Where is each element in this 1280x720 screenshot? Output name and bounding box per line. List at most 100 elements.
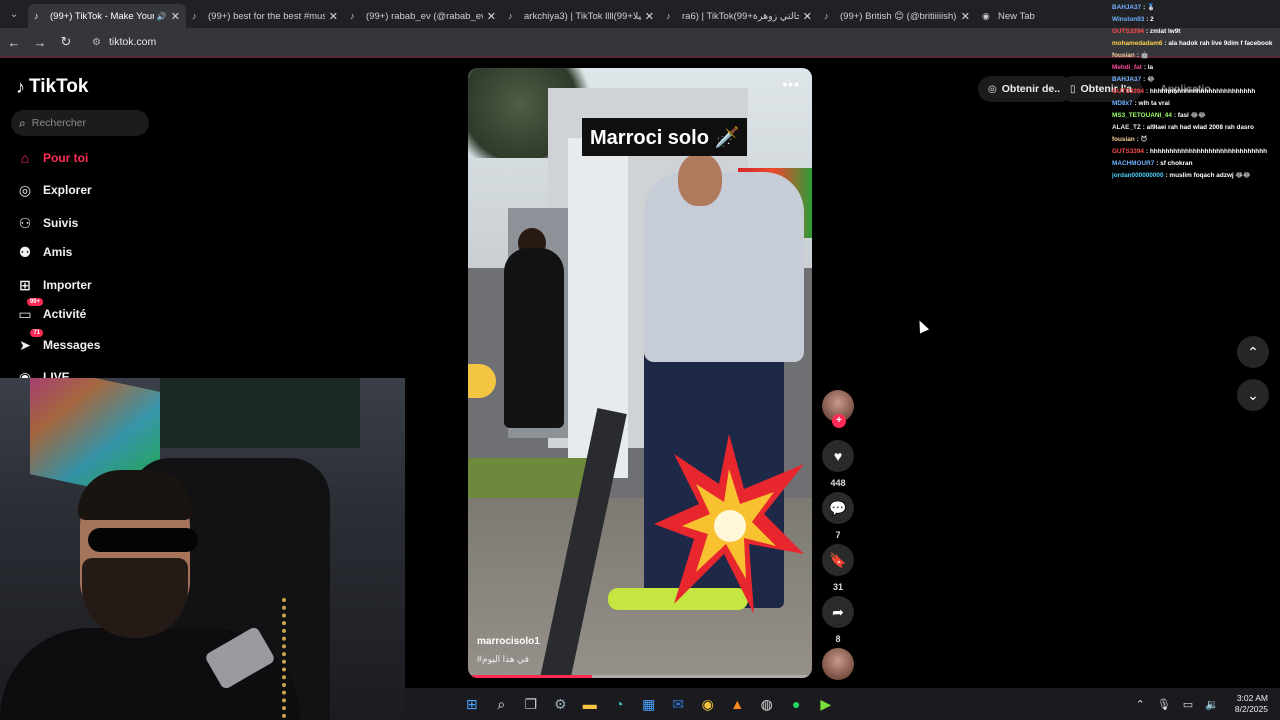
browser-tab-5[interactable]: ♪ (99+) British 😊 (@britiiiiish) | Ti ✕ bbox=[818, 4, 976, 28]
chat-username: MS3_TETOUANI_44 bbox=[1112, 112, 1172, 119]
task-view-icon[interactable]: ❐ bbox=[516, 688, 546, 720]
close-tab-icon[interactable]: ✕ bbox=[171, 10, 180, 23]
stream-chat-overlay: BAHJA37: 🥈 Winston93: 2 GUTS3394: zmlat lw… bbox=[1112, 2, 1280, 182]
browser-tab-0[interactable]: ♪ (99+) TikTok - Make Your D 🔊 ✕ bbox=[28, 4, 186, 28]
share-button[interactable]: ➦ 8 bbox=[822, 596, 854, 644]
store-icon[interactable]: ▦ bbox=[634, 688, 664, 720]
sunglasses bbox=[88, 528, 198, 552]
edge-icon[interactable]: ◔ bbox=[605, 688, 635, 720]
chat-message: ALAE_TZ: al9laei rah had wlad 2008 rah d… bbox=[1112, 122, 1280, 134]
chat-message: GUTS3394: hhhhhhhhhhhhhhhhhhhhhhhhhhhhhh bbox=[1112, 146, 1280, 158]
sidebar-item-importer[interactable]: ⊞ Importer bbox=[16, 276, 92, 294]
sidebar-item-messages[interactable]: ➤ 71 Messages bbox=[16, 329, 100, 354]
comment-icon[interactable]: 💬 bbox=[822, 492, 854, 524]
sound-avatar-button[interactable] bbox=[822, 648, 854, 680]
save-button[interactable]: 🔖 31 bbox=[822, 544, 854, 592]
button-label: Obtenir de... bbox=[1001, 83, 1063, 95]
chevron-up-icon: ⌃ bbox=[1247, 343, 1259, 360]
reload-icon[interactable]: ↻ bbox=[54, 34, 78, 50]
video-progress-bar[interactable] bbox=[468, 675, 812, 678]
like-button[interactable]: ♥ 448 bbox=[822, 440, 854, 488]
microphone-icon[interactable]: 🎙 bbox=[1157, 698, 1171, 711]
previous-video-button[interactable]: ⌃ bbox=[1237, 336, 1269, 368]
browser-tab-1[interactable]: ♪ (99+) best for the best #muslim ✕ bbox=[186, 4, 344, 28]
chat-text: : fasl 😂😂 bbox=[1173, 112, 1206, 119]
spotify-icon[interactable]: ● bbox=[782, 688, 812, 720]
logo-text: TikTok bbox=[29, 76, 89, 97]
chat-username: Winston93 bbox=[1112, 16, 1145, 23]
speaker-icon[interactable]: 🔊 bbox=[157, 12, 167, 21]
browser-tab-4[interactable]: ♪ ra6) | TikTok(خالتي زوهرة+99) ✕ bbox=[660, 4, 818, 28]
chevron-down-icon: ⌄ bbox=[1247, 386, 1259, 403]
tab-search-button[interactable]: ⌄ bbox=[0, 0, 28, 28]
heart-icon[interactable]: ♥ bbox=[822, 440, 854, 472]
chrome-icon[interactable]: ◉ bbox=[693, 688, 723, 720]
chat-text: : muslim foqach adzwj 😂😂 bbox=[1165, 172, 1251, 179]
creator-avatar-button[interactable]: + bbox=[822, 390, 854, 428]
media-icon[interactable]: ▶ bbox=[811, 688, 841, 720]
sidebar-item-label: Activité bbox=[43, 307, 87, 321]
chat-text: : al9laei rah had wlad 2008 rah dasro bbox=[1142, 124, 1254, 131]
settings-icon[interactable]: ⚙ bbox=[546, 688, 576, 720]
sidebar-item-pour-toi[interactable]: ⌂ Pour toi bbox=[16, 149, 89, 167]
notification-badge: 71 bbox=[30, 329, 43, 337]
chat-message: MS3_TETOUANI_44: fasl 😂😂 bbox=[1112, 110, 1280, 122]
close-tab-icon[interactable]: ✕ bbox=[329, 10, 338, 23]
vlc-icon[interactable]: ▲ bbox=[723, 688, 753, 720]
url-field[interactable]: ⚙ tiktok.com bbox=[92, 36, 156, 48]
clock[interactable]: 3:02 AM 8/2/2025 bbox=[1235, 693, 1268, 715]
search-input[interactable]: ⌕ Rechercher bbox=[11, 110, 149, 136]
chat-text: : ala hadok rah live 9dim f facebook bbox=[1164, 40, 1273, 47]
close-tab-icon[interactable]: ✕ bbox=[803, 10, 812, 23]
site-info-icon[interactable]: ⚙ bbox=[92, 37, 101, 48]
bookmark-icon[interactable]: 🔖 bbox=[822, 544, 854, 576]
chevron-up-icon[interactable]: ⌃ bbox=[1136, 698, 1145, 711]
tab-title: (99+) TikTok - Make Your D bbox=[50, 10, 154, 22]
video-author[interactable]: marrocisolo1 bbox=[477, 636, 540, 647]
chat-text: : hhhhhhhhhhhhhhhhhhhhhhhhhhh bbox=[1145, 88, 1256, 95]
shushing-emoji-icon bbox=[468, 364, 496, 398]
outlook-icon[interactable]: ✉ bbox=[664, 688, 694, 720]
next-video-button[interactable]: ⌄ bbox=[1237, 379, 1269, 411]
browser-tab-3[interactable]: ♪ arkchiya3) | TikTok llll(ستيلا+99) ✕ bbox=[502, 4, 660, 28]
close-tab-icon[interactable]: ✕ bbox=[487, 10, 496, 23]
streamer-hair bbox=[78, 470, 192, 520]
chat-message: GUTS3394: zmlat lw9t bbox=[1112, 26, 1280, 38]
windows-start-icon[interactable]: ⊞ bbox=[457, 688, 487, 720]
url-text: tiktok.com bbox=[108, 36, 157, 48]
sidebar-item-amis[interactable]: ⚉ Amis bbox=[16, 243, 73, 261]
search-icon[interactable]: ⌕ bbox=[487, 688, 517, 720]
display-icon[interactable]: ▭ bbox=[1183, 698, 1193, 711]
close-tab-icon[interactable]: ✕ bbox=[961, 10, 970, 23]
prayer-beads bbox=[282, 598, 292, 718]
forward-arrow-icon[interactable]: → bbox=[28, 35, 52, 50]
back-arrow-icon[interactable]: ← bbox=[2, 35, 26, 50]
background-panel bbox=[160, 378, 360, 448]
browser-tab-6[interactable]: ◉ New Tab bbox=[976, 4, 1106, 28]
sidebar-item-activite[interactable]: ▭ 99+ Activité bbox=[16, 298, 87, 323]
sidebar-item-suivis[interactable]: ⚇ Suivis bbox=[16, 214, 79, 232]
tiktok-logo[interactable]: ♪ TikTok bbox=[16, 76, 88, 98]
more-options-icon[interactable]: ••• bbox=[782, 76, 800, 92]
obs-icon[interactable]: ◍ bbox=[752, 688, 782, 720]
close-tab-icon[interactable]: ✕ bbox=[645, 10, 654, 23]
chat-username: MACHMOUR7 bbox=[1112, 160, 1155, 167]
browser-tab-2[interactable]: ♪ (99+) rabab_ev (@rabab_ev) | Ti ✕ bbox=[344, 4, 502, 28]
comment-button[interactable]: 💬 7 bbox=[822, 492, 854, 540]
get-coins-button[interactable]: ◎ Obtenir de... bbox=[978, 76, 1073, 102]
chat-text: : la bbox=[1143, 64, 1154, 71]
share-icon[interactable]: ➦ bbox=[822, 596, 854, 628]
chat-message: Winston93: 2 bbox=[1112, 14, 1280, 26]
volume-icon[interactable]: 🔉 bbox=[1205, 698, 1219, 711]
sound-disc-icon[interactable] bbox=[822, 648, 854, 680]
browser-tab-bar: ⌄ ♪ (99+) TikTok - Make Your D 🔊 ✕ ♪ (99… bbox=[0, 0, 1280, 28]
comment-count: 7 bbox=[835, 530, 841, 540]
video-player[interactable]: Marroci solo 🗡️ ••• marrocisolo1 في هذا … bbox=[468, 68, 812, 678]
chat-text: : zmlat lw9t bbox=[1145, 28, 1181, 35]
search-icon: ⌕ bbox=[19, 115, 26, 130]
tiktok-favicon-icon: ♪ bbox=[824, 11, 829, 21]
follow-plus-icon[interactable]: + bbox=[832, 414, 846, 428]
file-explorer-icon[interactable]: ▬ bbox=[575, 688, 605, 720]
sidebar-item-explorer[interactable]: ◎ Explorer bbox=[16, 181, 92, 199]
video-person-jacket bbox=[644, 172, 804, 362]
